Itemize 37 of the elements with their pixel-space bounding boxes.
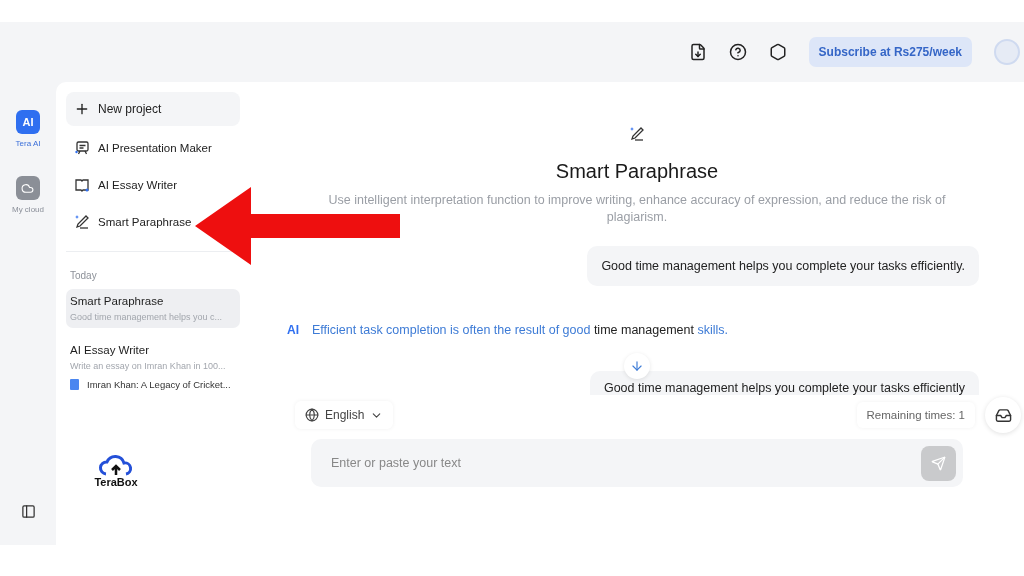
description: Use intelligent interpretation function to improve writing, enhance accuracy of expression, and reduce the risk of plagiarism.: [327, 192, 947, 226]
sidebar-toggle-icon[interactable]: [20, 504, 36, 519]
pen-icon: [74, 214, 90, 230]
cloud-icon: [21, 181, 35, 195]
pen-icon: [629, 126, 645, 142]
feedback-button[interactable]: [985, 397, 1021, 433]
ai-response: Efficient task completion is often the result of good time management skills.: [312, 323, 728, 337]
user-message: Good time management helps you complete your tasks efficiently: [589, 371, 979, 395]
history-title: Smart Paraphrase: [70, 295, 165, 307]
cloud-logo-icon: [98, 454, 134, 476]
history-item[interactable]: Smart Paraphrase Good time management helps you c...: [66, 289, 240, 328]
inbox-icon: [994, 406, 1012, 424]
section-heading: Today: [69, 270, 98, 283]
text-input-field[interactable]: Enter or paste your text: [311, 439, 963, 487]
book-icon: [74, 177, 90, 193]
send-icon: [931, 455, 946, 471]
document-icon: [70, 379, 79, 390]
document-link[interactable]: Imran Khan: A Legacy of Cricket...: [87, 379, 231, 390]
new-project-button[interactable]: New project: [66, 92, 240, 126]
tool-item[interactable]: Smart Paraphrase: [66, 207, 200, 237]
history-preview: Write an essay on Imran Khan in 100...: [70, 361, 227, 371]
globe-icon: [305, 408, 319, 422]
tool-item[interactable]: AI Essay Writer: [66, 170, 186, 200]
tool-item[interactable]: AI Presentation Maker: [66, 133, 220, 163]
text-input[interactable]: Enter or paste your text: [329, 455, 921, 471]
history-preview: Good time management helps you c...: [70, 312, 224, 322]
logo-text: TeraBox: [94, 476, 138, 488]
presentation-icon: [74, 140, 90, 156]
language-select[interactable]: English: [295, 401, 394, 429]
subscribe-button[interactable]: Subscribe at Rs275/week: [808, 37, 972, 67]
history-title: AI Essay Writer: [70, 344, 151, 356]
ai-label: AI: [287, 323, 299, 337]
plus-icon: [74, 101, 90, 117]
user-message: Good time management helps you complete your tasks efficiently.: [587, 246, 979, 286]
remaining-count: Remaining times: 1: [856, 402, 975, 428]
help-icon[interactable]: [728, 43, 747, 61]
page-title: Smart Paraphrase: [555, 160, 719, 183]
